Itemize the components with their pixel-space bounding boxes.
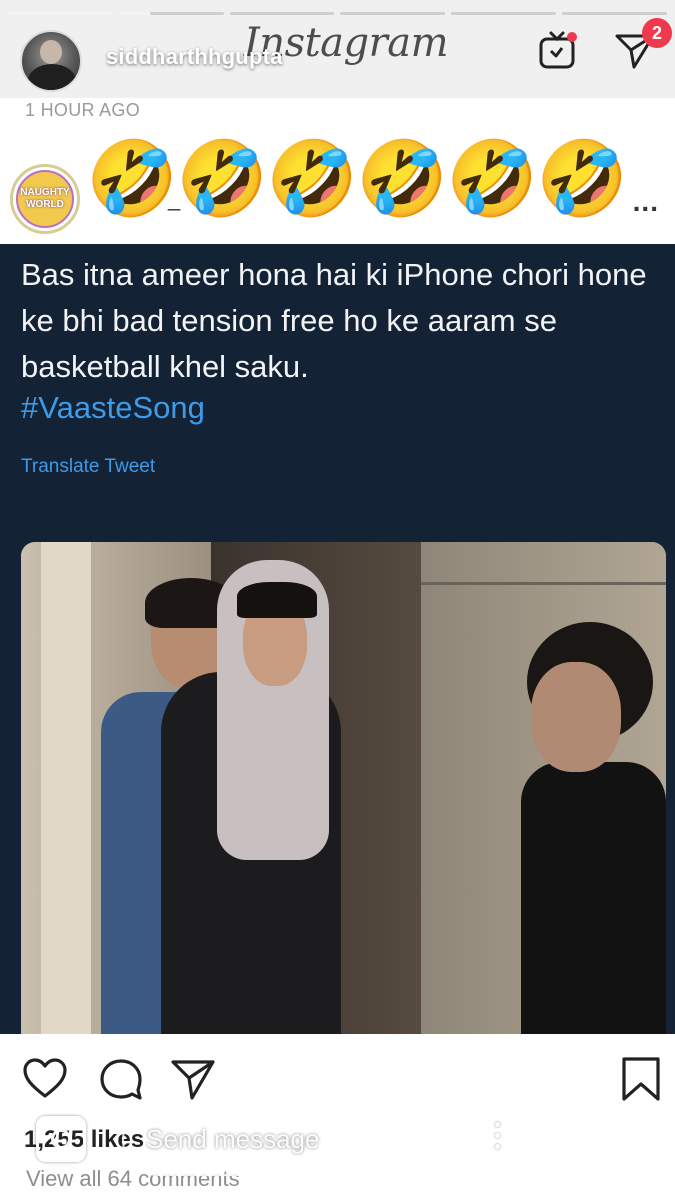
story-progress-segment (451, 12, 557, 15)
rolling-laughing-emoji: 🤣 (176, 136, 269, 222)
reply-more-icon[interactable] (492, 1122, 502, 1158)
comment-icon[interactable] (98, 1056, 144, 1102)
story-progress-segment (229, 12, 335, 15)
story-progress-segment (118, 12, 224, 15)
photo-person-right-body (521, 762, 666, 1034)
story-progress-segment (562, 12, 667, 15)
avatar-body (28, 64, 76, 90)
rolling-laughing-emoji: 🤣 (356, 136, 449, 222)
notification-badge: 2 (642, 18, 672, 48)
translate-tweet-link[interactable]: Translate Tweet (21, 456, 155, 478)
story-progress-segment (8, 12, 113, 15)
account-logo[interactable]: NAUGHTY WORLD (10, 164, 80, 234)
story-username[interactable]: siddharthhgupta (106, 44, 283, 70)
send-message-placeholder: Send message (146, 1124, 320, 1154)
rolling-laughing-emoji: 🤣 (536, 136, 629, 222)
story-progress (8, 12, 667, 16)
photo-wall-stripe (421, 582, 666, 585)
photo-person-center-hair (237, 582, 317, 618)
story-progress-segment (340, 12, 446, 15)
rolling-laughing-emoji: 🤣 (86, 136, 179, 222)
post-more-icon[interactable]: ... (633, 186, 659, 218)
tweet-text: Bas itna ameer hona hai ki iPhone chori … (21, 257, 647, 384)
igtv-icon[interactable] (538, 30, 578, 70)
share-icon[interactable] (170, 1056, 216, 1102)
post-header: 1 HOUR AGO NAUGHTY WORLD _ 🤣 🤣 🤣 🤣 🤣 🤣 .… (0, 98, 675, 244)
bookmark-icon[interactable] (618, 1056, 664, 1102)
camera-button[interactable] (36, 1116, 86, 1162)
photo-pillar (41, 542, 91, 1034)
avatar-head (40, 40, 62, 64)
account-logo-line1: NAUGHTY (20, 187, 70, 198)
heart-icon[interactable] (22, 1056, 68, 1102)
tweet-screenshot: Bas itna ameer hona hai ki iPhone chori … (0, 244, 675, 1034)
account-logo-line2: WORLD (26, 199, 64, 210)
camera-icon (51, 1129, 71, 1149)
send-icon[interactable] (582, 1116, 630, 1164)
account-logo-badge: NAUGHTY WORLD (16, 170, 74, 228)
photo-person-right-face (531, 662, 621, 772)
emoji-sticker-row: 🤣 🤣 🤣 🤣 🤣 🤣 (86, 136, 629, 222)
rolling-laughing-emoji: 🤣 (446, 136, 539, 222)
post-time: 1 HOUR AGO (25, 100, 141, 120)
rolling-laughing-emoji: 🤣 (266, 136, 359, 222)
tweet-hashtag[interactable]: #VaasteSong (21, 390, 205, 426)
tweet-photo (21, 542, 666, 1034)
avatar[interactable] (20, 30, 82, 92)
